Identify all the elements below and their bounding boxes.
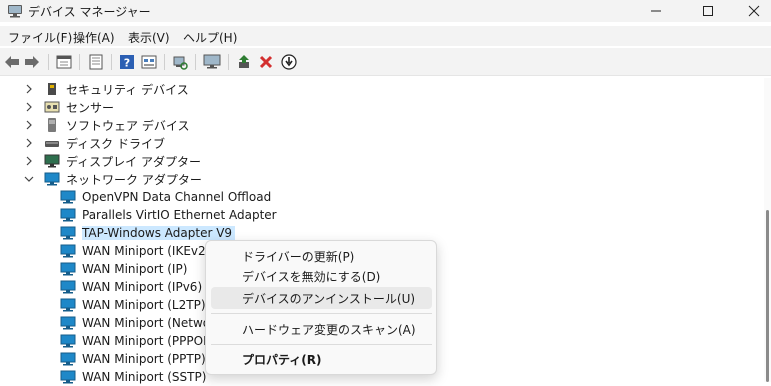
help-topics-icon[interactable] [87, 53, 105, 71]
toolbar-separator [164, 54, 165, 70]
close-button[interactable] [731, 0, 771, 22]
device-label: WAN Miniport (PPPOE) [82, 334, 216, 348]
scrollbar-thumb[interactable] [766, 210, 769, 382]
update-driver-icon[interactable] [235, 53, 253, 71]
tree-category-label: ネットワーク アダプター [66, 172, 202, 187]
device-label: Parallels VirtIO Ethernet Adapter [82, 208, 277, 222]
device-label: WAN Miniport (IP) [82, 262, 188, 276]
chevron-right-icon[interactable] [24, 102, 34, 112]
toolbar-separator [111, 54, 112, 70]
uninstall-icon[interactable] [257, 53, 275, 71]
toolbar-separator [228, 54, 229, 70]
toolbar: ? [0, 48, 771, 76]
display-adapter-icon [44, 153, 60, 169]
tree-category-software-devices[interactable]: ソフトウェア デバイス [24, 116, 189, 134]
device-manager-icon [7, 4, 23, 18]
device-label: WAN Miniport (PPTP) [82, 352, 206, 366]
monitor-icon[interactable] [203, 53, 221, 71]
tree-device-item[interactable]: OpenVPN Data Channel Offload [60, 188, 271, 206]
tree-category-network-adapters[interactable]: ネットワーク アダプター [24, 170, 202, 188]
tree-category-sensors[interactable]: センサー [24, 98, 114, 116]
tree-category-disk-drives[interactable]: ディスク ドライブ [24, 134, 165, 152]
window-title: デバイス マネージャー [28, 5, 151, 19]
network-adapter-icon [44, 171, 60, 187]
menu-update-driver[interactable]: ドライバーの更新(P) [211, 245, 432, 267]
tree-device-item[interactable]: WAN Miniport (IPv6) [60, 278, 202, 296]
tree-device-item[interactable]: WAN Miniport (PPTP) [60, 350, 206, 368]
network-adapter-icon [60, 243, 76, 259]
menu-action[interactable]: 操作(A) [73, 29, 115, 46]
device-label: WAN Miniport (IKEv2) [82, 244, 211, 258]
chevron-right-icon[interactable] [24, 84, 34, 94]
toolbar-separator [79, 54, 80, 70]
network-adapter-icon [60, 189, 76, 205]
menu-view[interactable]: 表示(V) [128, 29, 170, 46]
network-adapter-icon [60, 297, 76, 313]
tree-device-item[interactable]: WAN Miniport (L2TP) [60, 296, 206, 314]
tree-category-label: ディスプレイ アダプター [66, 154, 201, 169]
menu-separator [211, 344, 432, 345]
tree-device-item[interactable]: Parallels VirtIO Ethernet Adapter [60, 206, 277, 224]
tree-category-label: ディスク ドライブ [66, 136, 165, 151]
toolbar-separator [48, 54, 49, 70]
help-icon[interactable]: ? [118, 53, 136, 71]
tree-category-label: ソフトウェア デバイス [66, 118, 190, 133]
chevron-right-icon[interactable] [24, 156, 34, 166]
device-label: WAN Miniport (Networ [82, 316, 216, 330]
menu-uninstall-device[interactable]: デバイスのアンインストール(U) [211, 287, 432, 309]
disable-icon[interactable] [280, 53, 298, 71]
menu-separator [211, 313, 432, 314]
vertical-scrollbar[interactable] [764, 78, 771, 382]
tree-device-item[interactable]: WAN Miniport (IKEv2) [60, 242, 210, 260]
device-label: WAN Miniport (IPv6) [82, 280, 203, 294]
toolbar-separator [195, 54, 196, 70]
chevron-right-icon[interactable] [24, 138, 34, 148]
chevron-right-icon[interactable] [24, 120, 34, 130]
device-label: OpenVPN Data Channel Offload [82, 190, 272, 204]
tree-device-item[interactable]: WAN Miniport (SSTP) [60, 368, 206, 386]
title-bar: デバイス マネージャー [0, 0, 771, 22]
back-icon[interactable] [3, 53, 21, 71]
menu-scan-hardware[interactable]: ハードウェア変更のスキャン(A) [211, 318, 432, 340]
menu-disable-device[interactable]: デバイスを無効にする(D) [211, 265, 432, 287]
network-adapter-icon [60, 315, 76, 331]
menu-properties[interactable]: プロパティ(R) [211, 348, 432, 370]
software-device-icon [44, 117, 60, 133]
network-adapter-icon [60, 207, 76, 223]
tree-device-item[interactable]: WAN Miniport (PPPOE) [60, 332, 215, 350]
menu-help[interactable]: ヘルプ(H) [183, 29, 237, 46]
tree-device-item[interactable]: WAN Miniport (Networ [60, 314, 215, 332]
device-label: TAP-Windows Adapter V9 [82, 226, 236, 240]
menu-bar: ファイル(F) 操作(A) 表示(V) ヘルプ(H) [0, 26, 771, 46]
network-adapter-icon [60, 225, 76, 241]
sensor-icon [44, 99, 60, 115]
network-adapter-icon [60, 333, 76, 349]
device-label: WAN Miniport (L2TP) [82, 298, 206, 312]
tree-device-item[interactable]: WAN Miniport (IP) [60, 260, 187, 278]
disk-drive-icon [44, 135, 60, 151]
svg-text:?: ? [124, 57, 130, 70]
context-menu: ドライバーの更新(P) デバイスを無効にする(D) デバイスのアンインストール(… [205, 240, 437, 375]
chevron-down-icon[interactable] [24, 174, 34, 184]
view-icon[interactable] [140, 53, 158, 71]
minimize-button[interactable] [633, 0, 679, 22]
network-adapter-icon [60, 351, 76, 367]
properties-icon[interactable] [55, 53, 73, 71]
security-device-icon [44, 81, 60, 97]
network-adapter-icon [60, 369, 76, 385]
tree-category-security[interactable]: セキュリティ デバイス [24, 80, 189, 98]
network-adapter-icon [60, 279, 76, 295]
network-adapter-icon [60, 261, 76, 277]
scan-hardware-icon[interactable] [171, 53, 189, 71]
tree-category-label: セキュリティ デバイス [66, 82, 189, 97]
tree-category-label: センサー [66, 100, 115, 115]
tree-category-display-adapters[interactable]: ディスプレイ アダプター [24, 152, 201, 170]
forward-icon[interactable] [23, 53, 41, 71]
menu-file[interactable]: ファイル(F) [8, 29, 72, 46]
maximize-button[interactable] [685, 0, 731, 22]
